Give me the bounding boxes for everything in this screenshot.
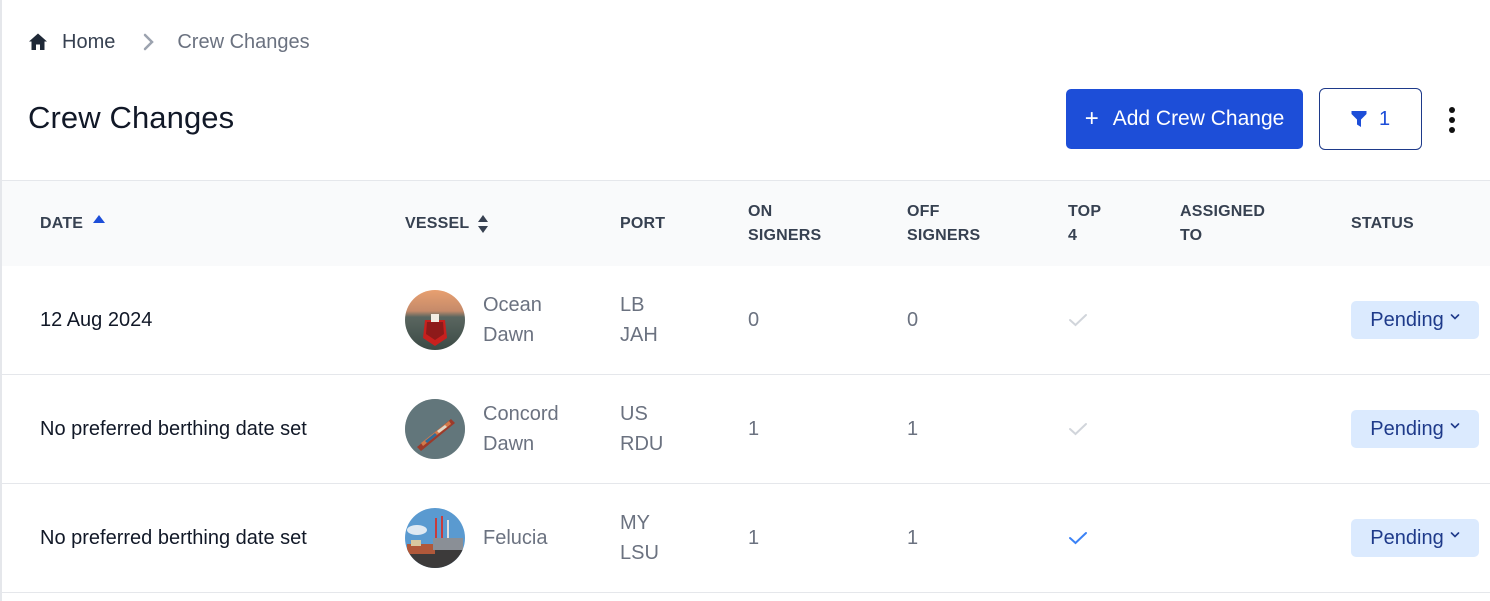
chevron-down-icon: [1450, 532, 1460, 538]
top4-cell: [1068, 266, 1088, 374]
vessel-avatar: [405, 290, 465, 350]
on-signers-cell: 0: [748, 309, 760, 331]
table-header: DATE VESSEL PORT ONSIGNERS OFFSIGNERS: [2, 180, 1490, 266]
check-icon: [1068, 421, 1088, 437]
page-title: Crew Changes: [28, 100, 235, 135]
vessel-name[interactable]: Ocean: [483, 290, 563, 320]
table-row[interactable]: 12 Aug 2024 Ocean Dawn LB JAH 0 0 Pendin…: [2, 266, 1490, 375]
vessel-cell: Ocean Dawn: [405, 266, 563, 374]
check-icon: [1068, 530, 1088, 546]
status-cell: Pending: [1351, 375, 1479, 483]
table-row[interactable]: No preferred berthing date set Felucia M…: [2, 484, 1490, 593]
column-header-date[interactable]: DATE: [40, 181, 106, 267]
port-cell: MY LSU: [620, 512, 659, 564]
status-cell: Pending: [1351, 484, 1479, 592]
column-header-assigned-to: ASSIGNED TO: [1180, 203, 1266, 244]
port-cell: US RDU: [620, 403, 664, 455]
funnel-icon: [1351, 110, 1367, 128]
off-signers-cell: 0: [907, 309, 919, 331]
top4-cell: [1068, 484, 1088, 592]
status-cell: Pending: [1351, 266, 1479, 374]
column-header-top4: TOP 4: [1068, 203, 1102, 244]
column-header-off-signers: OFF SIGNERS: [907, 203, 981, 244]
top4-cell: [1068, 375, 1088, 483]
vessel-avatar: [405, 508, 465, 568]
off-signers-cell: 1: [907, 527, 919, 549]
kebab-menu-icon[interactable]: [1442, 104, 1462, 136]
check-icon: [1068, 312, 1088, 328]
home-icon[interactable]: [28, 32, 48, 52]
date-cell: No preferred berthing date set: [40, 418, 307, 440]
crew-changes-table: DATE VESSEL PORT ONSIGNERS OFFSIGNERS: [2, 180, 1490, 593]
off-signers-cell: 1: [907, 418, 919, 440]
vessel-name[interactable]: Felucia: [483, 523, 563, 553]
crew-changes-page: Home Crew Changes Crew Changes + Add Cre…: [0, 0, 1490, 601]
vessel-avatar: [405, 399, 465, 459]
breadcrumb: Home Crew Changes: [28, 28, 310, 56]
date-cell: No preferred berthing date set: [40, 527, 307, 549]
add-crew-change-label: Add Crew Change: [1112, 107, 1285, 130]
breadcrumb-home-link[interactable]: Home: [62, 31, 115, 54]
filter-button[interactable]: 1: [1319, 88, 1422, 150]
vessel-cell: Concord Dawn: [405, 375, 563, 483]
column-header-port: PORT: [620, 215, 666, 232]
on-signers-cell: 1: [748, 527, 760, 549]
table-row[interactable]: No preferred berthing date set Concord D…: [2, 375, 1490, 484]
column-header-on-signers: ON SIGNERS: [748, 203, 822, 244]
vessel-cell: Felucia: [405, 484, 563, 592]
column-header-status: STATUS: [1351, 215, 1414, 232]
chevron-right-icon: [143, 33, 155, 51]
column-header-vessel[interactable]: VESSEL: [405, 181, 489, 267]
sort-ascending-icon: [93, 215, 106, 223]
status-dropdown[interactable]: Pending: [1351, 301, 1479, 339]
status-dropdown[interactable]: Pending: [1351, 519, 1479, 557]
date-cell: 12 Aug 2024: [40, 309, 153, 331]
sort-icon: [477, 215, 489, 233]
breadcrumb-current: Crew Changes: [177, 30, 310, 53]
add-crew-change-button[interactable]: + Add Crew Change: [1066, 89, 1303, 149]
status-dropdown[interactable]: Pending: [1351, 410, 1479, 448]
chevron-down-icon: [1450, 314, 1460, 320]
chevron-down-icon: [1450, 423, 1460, 429]
filter-count: 1: [1378, 107, 1391, 130]
plus-icon: +: [1084, 105, 1099, 132]
vessel-name[interactable]: Concord: [483, 399, 563, 429]
on-signers-cell: 1: [748, 418, 760, 440]
port-cell: LB JAH: [620, 294, 658, 346]
